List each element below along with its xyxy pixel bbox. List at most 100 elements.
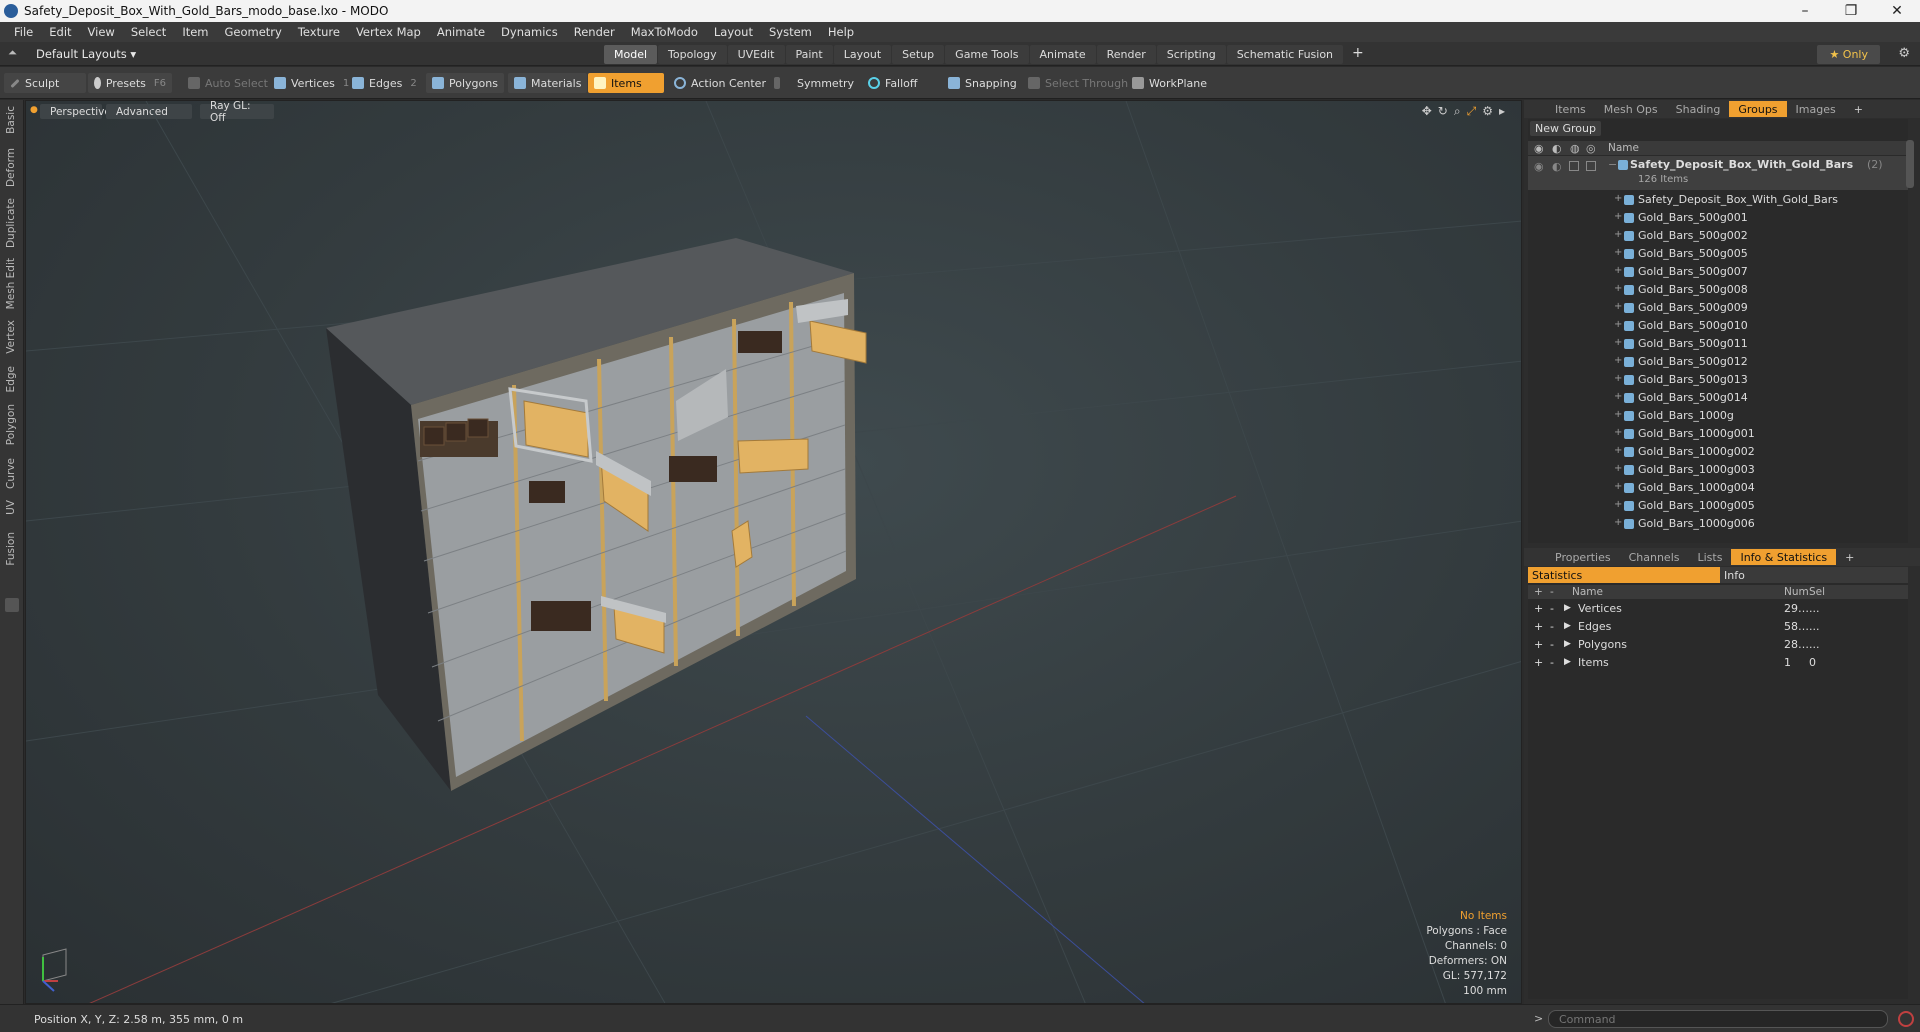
render-column-icon[interactable]: ◐ (1552, 142, 1562, 155)
expand-icon[interactable]: + (1614, 409, 1622, 420)
presets-button[interactable]: Presets F6 (88, 73, 172, 93)
new-group-button[interactable]: New Group (1530, 121, 1601, 136)
group-item-row[interactable]: + Gold_Bars_1000g006 (1528, 515, 1908, 533)
stats-row-edges[interactable]: + - ▶ Edges 58… ... (1528, 618, 1908, 636)
collapse-minus-icon[interactable]: - (1550, 656, 1554, 669)
tab-render[interactable]: Render (1096, 45, 1156, 64)
menu-vertex-map[interactable]: Vertex Map (348, 25, 429, 39)
expand-icon[interactable]: + (1614, 481, 1622, 492)
add-stats-tab-icon[interactable]: + (1836, 551, 1863, 564)
tab-groups[interactable]: Groups (1729, 101, 1787, 117)
groups-scrollbar[interactable] (1906, 140, 1914, 188)
materials-button[interactable]: Materials (508, 73, 588, 93)
expand-plus-icon[interactable]: + (1534, 602, 1543, 615)
stats-row-polygons[interactable]: + - ▶ Polygons 28… ... (1528, 636, 1908, 654)
menu-item[interactable]: Item (174, 25, 216, 39)
group-item-row[interactable]: + Gold_Bars_500g005 (1528, 245, 1908, 263)
close-button[interactable]: ✕ (1874, 0, 1920, 22)
layouts-dropdown[interactable]: Default Layouts ▾ (36, 47, 136, 61)
menu-file[interactable]: File (6, 25, 41, 39)
expand-icon[interactable]: + (1614, 445, 1622, 456)
record-macro-icon[interactable] (1898, 1011, 1914, 1027)
select-through-button[interactable]: Select Through (1022, 73, 1134, 93)
tab-deform[interactable]: Deform (5, 148, 17, 187)
expand-icon[interactable]: + (1614, 391, 1622, 402)
group-item-row[interactable]: + Gold_Bars_500g013 (1528, 371, 1908, 389)
tab-duplicate[interactable]: Duplicate (5, 198, 17, 248)
expand-icon[interactable]: + (1614, 499, 1622, 510)
menu-layout[interactable]: Layout (706, 25, 761, 39)
disclosure-icon[interactable]: ▶ (1564, 603, 1571, 613)
menu-system[interactable]: System (761, 25, 820, 39)
action-center-button[interactable]: Action Center (668, 73, 772, 93)
menu-help[interactable]: Help (820, 25, 862, 39)
select-checkbox[interactable] (1586, 161, 1596, 171)
3d-viewport[interactable]: ● Perspective Advanced Ray GL: Off ✥ ↻ ⌕… (25, 100, 1522, 1004)
tab-schematic-fusion[interactable]: Schematic Fusion (1226, 45, 1344, 64)
expand-icon[interactable]: + (1614, 265, 1622, 276)
menu-animate[interactable]: Animate (429, 25, 493, 39)
disclosure-icon[interactable]: ▶ (1564, 657, 1571, 667)
tab-curve[interactable]: Curve (5, 458, 17, 489)
tool-toggle-icon[interactable] (5, 598, 19, 612)
group-item-row[interactable]: + Gold_Bars_1000g (1528, 407, 1908, 425)
tab-game-tools[interactable]: Game Tools (945, 45, 1029, 64)
expand-icon[interactable]: + (1614, 193, 1622, 204)
only-toggle[interactable]: ★ Only (1817, 45, 1880, 64)
items-button[interactable]: Items (588, 73, 664, 93)
collapse-minus-icon[interactable]: - (1550, 638, 1554, 651)
collapse-minus-icon[interactable]: - (1550, 602, 1554, 615)
expand-icon[interactable]: + (1614, 229, 1622, 240)
expand-plus-icon[interactable]: + (1534, 620, 1543, 633)
menu-edit[interactable]: Edit (41, 25, 79, 39)
tab-topology[interactable]: Topology (658, 45, 727, 64)
expand-icon[interactable]: + (1614, 427, 1622, 438)
menu-view[interactable]: View (80, 25, 123, 39)
menu-geometry[interactable]: Geometry (217, 25, 290, 39)
group-item-row[interactable]: + Gold_Bars_1000g002 (1528, 443, 1908, 461)
group-item-row[interactable]: + Gold_Bars_1000g005 (1528, 497, 1908, 515)
gear-icon[interactable]: ⚙ (1898, 46, 1910, 61)
subtab-info[interactable]: Info (1720, 567, 1908, 583)
tab-mesh-edit[interactable]: Mesh Edit (5, 258, 17, 309)
expand-icon[interactable]: + (1614, 463, 1622, 474)
tab-polygon[interactable]: Polygon (5, 404, 17, 445)
tab-layout[interactable]: Layout (833, 45, 892, 64)
minimize-button[interactable]: – (1782, 0, 1828, 22)
menu-maxtomodo[interactable]: MaxToModo (623, 25, 706, 39)
expand-icon[interactable]: + (1614, 337, 1622, 348)
tab-shading[interactable]: Shading (1667, 103, 1730, 116)
tab-uvedit[interactable]: UVEdit (727, 45, 785, 64)
group-item-row[interactable]: + Gold_Bars_1000g003 (1528, 461, 1908, 479)
lock-column-icon[interactable]: ◍ (1570, 142, 1580, 155)
expand-icon[interactable]: + (1614, 283, 1622, 294)
stats-row-vertices[interactable]: + - ▶ Vertices 29… ... (1528, 600, 1908, 618)
tab-basic[interactable]: Basic (5, 106, 17, 134)
add-panel-tab-icon[interactable]: + (1845, 103, 1872, 116)
tab-vertex[interactable]: Vertex (5, 320, 17, 354)
menu-render[interactable]: Render (566, 25, 623, 39)
tab-uv[interactable]: UV (5, 500, 17, 515)
group-item-row[interactable]: + Gold_Bars_500g007 (1528, 263, 1908, 281)
group-item-row[interactable]: + Gold_Bars_500g012 (1528, 353, 1908, 371)
expand-icon[interactable]: + (1614, 301, 1622, 312)
expand-plus-icon[interactable]: + (1534, 638, 1543, 651)
tab-edge[interactable]: Edge (5, 366, 17, 392)
tab-setup[interactable]: Setup (892, 45, 945, 64)
disclosure-icon[interactable]: ▶ (1564, 621, 1571, 631)
group-item-row[interactable]: + Gold_Bars_500g010 (1528, 317, 1908, 335)
visibility-column-icon[interactable]: ◉ (1534, 142, 1544, 155)
select-column-icon[interactable]: ◎ (1586, 142, 1596, 155)
group-item-row[interactable]: + Gold_Bars_500g001 (1528, 209, 1908, 227)
expand-plus-icon[interactable]: + (1534, 656, 1543, 669)
disclosure-icon[interactable]: ▶ (1564, 639, 1571, 649)
tab-items[interactable]: Items (1546, 103, 1595, 116)
menu-dynamics[interactable]: Dynamics (493, 25, 566, 39)
tab-mesh-ops[interactable]: Mesh Ops (1595, 103, 1667, 116)
tab-properties[interactable]: Properties (1546, 551, 1620, 564)
collapse-icon[interactable]: − (1608, 158, 1617, 171)
group-item-row[interactable]: + Gold_Bars_1000g004 (1528, 479, 1908, 497)
add-tab-icon[interactable]: + (1344, 45, 1372, 64)
auto-select-button[interactable]: Auto Select (182, 73, 274, 93)
sculpt-button[interactable]: Sculpt (4, 73, 86, 93)
